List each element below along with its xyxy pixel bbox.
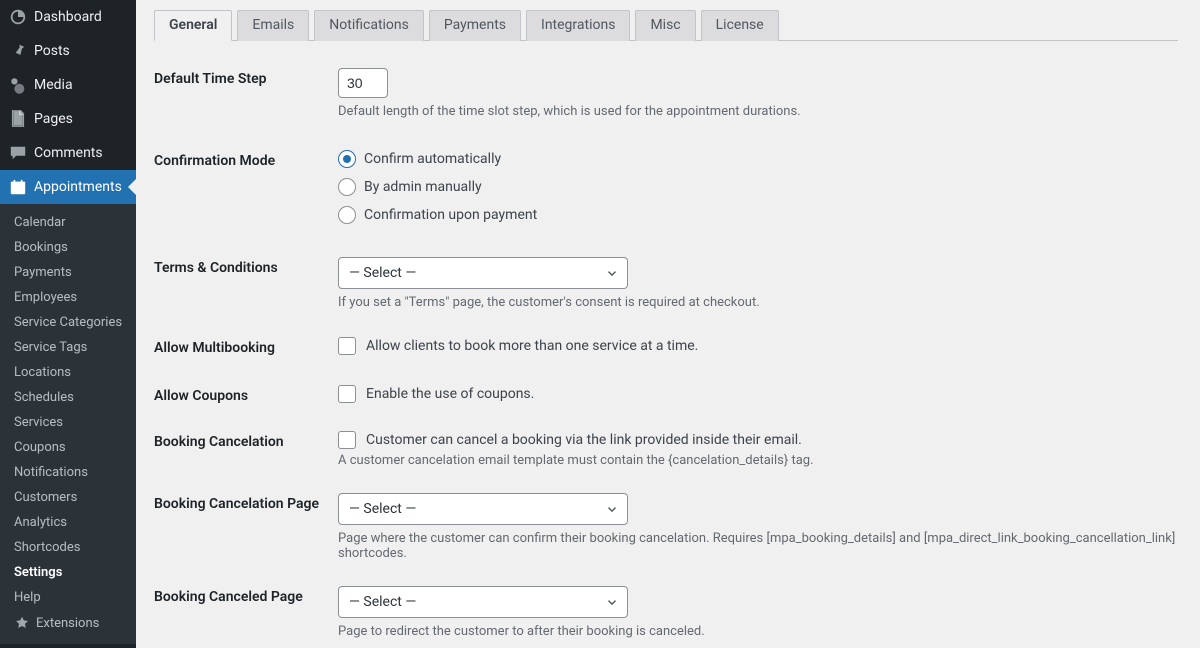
submenu-schedules[interactable]: Schedules xyxy=(0,385,136,410)
tab-license[interactable]: License xyxy=(701,10,779,41)
menu-comments[interactable]: Comments xyxy=(0,136,136,170)
desc-default-time-step: Default length of the time slot step, wh… xyxy=(338,104,1178,119)
submenu-settings[interactable]: Settings xyxy=(0,560,136,585)
radio-confirm-auto[interactable]: Confirm automatically xyxy=(338,150,1178,168)
submenu-notifications[interactable]: Notifications xyxy=(0,460,136,485)
tab-payments[interactable]: Payments xyxy=(429,10,521,41)
checkbox-multibooking[interactable]: Allow clients to book more than one serv… xyxy=(338,337,1178,355)
label-multibooking: Allow Multibooking xyxy=(154,337,338,356)
desc-canceled-page: Page to redirect the customer to after t… xyxy=(338,624,1178,639)
submenu-analytics[interactable]: Analytics xyxy=(0,510,136,535)
select-cancel-page[interactable]: — Select — xyxy=(338,493,628,525)
submenu-payments[interactable]: Payments xyxy=(0,260,136,285)
select-value: — Select — xyxy=(349,501,416,517)
comment-icon xyxy=(8,143,28,163)
tab-integrations[interactable]: Integrations xyxy=(526,10,630,41)
menu-label: Media xyxy=(34,77,73,93)
submenu-service-tags[interactable]: Service Tags xyxy=(0,335,136,360)
radio-label: Confirm automatically xyxy=(364,151,501,167)
radio-confirm-payment[interactable]: Confirmation upon payment xyxy=(338,206,1178,224)
submenu-service-categories[interactable]: Service Categories xyxy=(0,310,136,335)
checkbox-label: Customer can cancel a booking via the li… xyxy=(366,432,802,448)
page-icon xyxy=(8,109,28,129)
menu-appointments[interactable]: Appointments xyxy=(0,170,136,204)
label-coupons: Allow Coupons xyxy=(154,385,338,404)
label-booking-cancelation: Booking Cancelation xyxy=(154,431,338,450)
select-terms[interactable]: — Select — xyxy=(338,257,628,289)
radio-label: By admin manually xyxy=(364,179,482,195)
input-default-time-step[interactable] xyxy=(338,68,388,98)
submenu-bookings[interactable]: Bookings xyxy=(0,235,136,260)
calendar-icon xyxy=(8,177,28,197)
checkbox-icon xyxy=(338,431,356,449)
submenu-help[interactable]: Help xyxy=(0,585,136,610)
star-icon xyxy=(14,615,30,631)
desc-cancel-page: Page where the customer can confirm thei… xyxy=(338,531,1178,561)
desc-booking-cancelation: A customer cancelation email template mu… xyxy=(338,453,1178,468)
label-canceled-page: Booking Canceled Page xyxy=(154,586,338,605)
label-default-time-step: Default Time Step xyxy=(154,68,338,87)
submenu-coupons[interactable]: Coupons xyxy=(0,435,136,460)
checkbox-icon xyxy=(338,337,356,355)
media-icon xyxy=(8,75,28,95)
tab-misc[interactable]: Misc xyxy=(635,10,695,41)
select-canceled-page[interactable]: — Select — xyxy=(338,586,628,618)
radio-icon xyxy=(338,150,356,168)
radio-icon xyxy=(338,206,356,224)
menu-label: Comments xyxy=(34,145,103,161)
admin-sidebar: Dashboard Posts Media Pages Comments App… xyxy=(0,0,136,648)
submenu-appointments: Calendar Bookings Payments Employees Ser… xyxy=(0,204,136,644)
settings-form: Default Time Step Default length of the … xyxy=(154,59,1178,648)
menu-pages[interactable]: Pages xyxy=(0,102,136,136)
desc-terms: If you set a "Terms" page, the customer'… xyxy=(338,295,1178,310)
menu-media[interactable]: Media xyxy=(0,68,136,102)
label-terms: Terms & Conditions xyxy=(154,257,338,276)
chevron-down-icon xyxy=(605,502,619,516)
menu-posts[interactable]: Posts xyxy=(0,34,136,68)
submenu-calendar[interactable]: Calendar xyxy=(0,210,136,235)
menu-label: Appointments xyxy=(34,179,122,195)
checkbox-label: Enable the use of coupons. xyxy=(366,386,534,402)
main-content: General Emails Notifications Payments In… xyxy=(136,0,1200,648)
submenu-locations[interactable]: Locations xyxy=(0,360,136,385)
submenu-services[interactable]: Services xyxy=(0,410,136,435)
settings-tabs: General Emails Notifications Payments In… xyxy=(154,0,1178,41)
tab-emails[interactable]: Emails xyxy=(237,10,309,41)
chevron-down-icon xyxy=(605,595,619,609)
checkbox-booking-cancelation[interactable]: Customer can cancel a booking via the li… xyxy=(338,431,1178,449)
pin-icon xyxy=(8,41,28,61)
dashboard-icon xyxy=(8,7,28,27)
checkbox-label: Allow clients to book more than one serv… xyxy=(366,338,698,354)
submenu-customers[interactable]: Customers xyxy=(0,485,136,510)
submenu-extensions[interactable]: Extensions xyxy=(0,610,136,636)
radio-label: Confirmation upon payment xyxy=(364,207,537,223)
submenu-shortcodes[interactable]: Shortcodes xyxy=(0,535,136,560)
chevron-down-icon xyxy=(605,266,619,280)
select-value: — Select — xyxy=(349,265,416,281)
radio-icon xyxy=(338,178,356,196)
label-cancel-page: Booking Cancelation Page xyxy=(154,493,338,512)
submenu-employees[interactable]: Employees xyxy=(0,285,136,310)
radio-confirm-manual[interactable]: By admin manually xyxy=(338,178,1178,196)
tab-general[interactable]: General xyxy=(154,10,232,41)
checkbox-icon xyxy=(338,385,356,403)
menu-label: Dashboard xyxy=(34,9,102,25)
menu-dashboard[interactable]: Dashboard xyxy=(0,0,136,34)
label-confirmation-mode: Confirmation Mode xyxy=(154,150,338,169)
menu-label: Pages xyxy=(34,111,73,127)
tab-notifications[interactable]: Notifications xyxy=(314,10,424,41)
select-value: — Select — xyxy=(349,594,416,610)
checkbox-coupons[interactable]: Enable the use of coupons. xyxy=(338,385,1178,403)
menu-label: Posts xyxy=(34,43,70,59)
